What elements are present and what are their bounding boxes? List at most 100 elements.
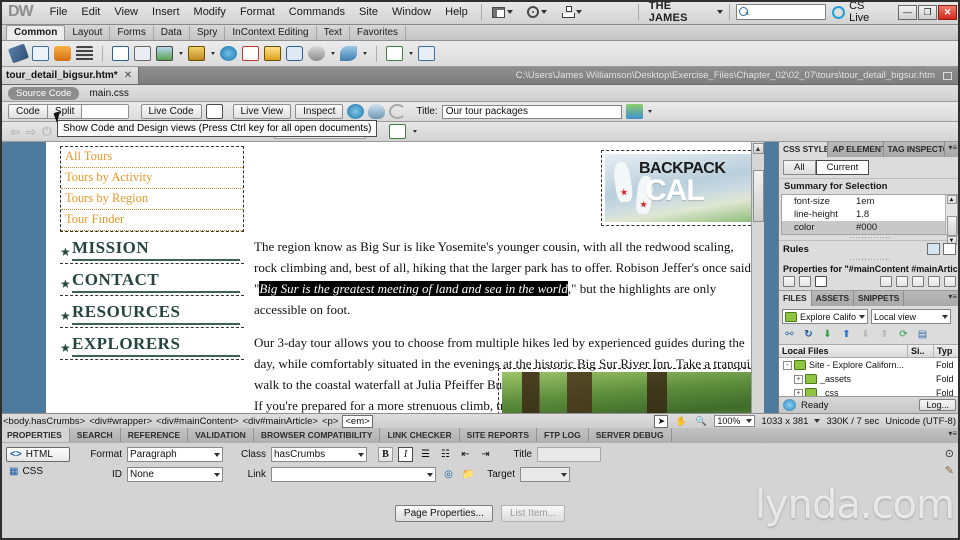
tag-maincontent[interactable]: <div#mainContent> — [156, 416, 238, 427]
tree-expander-icon[interactable]: + — [794, 388, 803, 396]
close-icon[interactable]: ✕ — [124, 70, 132, 81]
document-tab[interactable]: tour_detail_bigsur.htm* ✕ — [0, 67, 140, 84]
italic-button[interactable]: I — [398, 447, 413, 462]
outdent-icon[interactable]: ⇤ — [458, 447, 473, 462]
panel-menu-icon[interactable]: ▾≡ — [945, 142, 960, 157]
table-row[interactable]: font-size 1em — [782, 195, 957, 208]
extend-button[interactable] — [523, 4, 551, 20]
format-select[interactable]: Paragraph — [127, 447, 223, 462]
tab-link-checker[interactable]: LINK CHECKER — [380, 428, 460, 442]
browser-list-icon[interactable] — [388, 124, 406, 139]
insert-tab-text[interactable]: Text — [317, 26, 350, 40]
about-css-icon[interactable] — [927, 243, 940, 255]
nav-item-tours-by-activity[interactable]: Tours by Activity — [61, 168, 243, 189]
tab-reference[interactable]: REFERENCE — [121, 428, 189, 442]
close-button[interactable]: ✕ — [938, 4, 957, 20]
menu-file[interactable]: File — [43, 3, 75, 21]
column-local-files[interactable]: Local Files — [779, 345, 908, 357]
nav-link[interactable]: Tour Finder — [65, 212, 124, 226]
get-files-icon[interactable]: ⬇ — [820, 327, 835, 341]
tag-chooser-icon[interactable] — [418, 46, 435, 61]
browse-folder-icon[interactable]: 📁 — [461, 467, 476, 482]
tab-browser-compatibility[interactable]: BROWSER COMPATIBILITY — [254, 428, 381, 442]
horizontal-rule-icon[interactable] — [76, 46, 93, 61]
restore-icon[interactable] — [943, 71, 952, 80]
scrollbar-thumb[interactable] — [946, 216, 957, 236]
window-size-value[interactable]: 1033 x 381 — [761, 416, 808, 427]
show-set-properties-icon[interactable] — [815, 276, 827, 287]
chevron-down-icon[interactable] — [363, 52, 367, 55]
zoom-tool-icon[interactable]: 🔍 — [694, 415, 708, 428]
comment-icon[interactable] — [286, 46, 303, 61]
log-button[interactable]: Log... — [919, 399, 956, 411]
indent-icon[interactable]: ⇥ — [478, 447, 493, 462]
menu-window[interactable]: Window — [385, 3, 438, 21]
css-mode-all[interactable]: All — [783, 160, 816, 175]
table-row[interactable]: + _assets Fold — [779, 372, 960, 386]
section-resources[interactable]: ★ RESOURCES — [60, 296, 244, 328]
panel-menu-icon[interactable]: ▾≡ — [945, 291, 960, 306]
tab-search[interactable]: SEARCH — [70, 428, 121, 442]
minimize-button[interactable]: — — [898, 4, 917, 20]
css-mode-current[interactable]: Current — [815, 160, 870, 175]
point-to-file-icon[interactable]: ◎ — [441, 467, 456, 482]
nav-item-all-tours[interactable]: All Tours — [61, 147, 243, 168]
table-icon[interactable] — [112, 46, 129, 61]
article-paragraph-1[interactable]: The region know as Big Sur is like Yosem… — [254, 236, 756, 320]
server-side-include-icon[interactable] — [264, 46, 281, 61]
insert-tab-data[interactable]: Data — [154, 26, 190, 40]
expand-panel-icon[interactable]: ▤ — [915, 327, 930, 341]
put-files-icon[interactable]: ⬆ — [839, 327, 854, 341]
design-view-canvas[interactable]: All Tours Tours by Activity Tours by Reg… — [0, 142, 778, 413]
tab-server-debug[interactable]: SERVER DEBUG — [589, 428, 672, 442]
email-link-icon[interactable] — [32, 46, 49, 61]
tag-p[interactable]: <p> — [322, 416, 338, 427]
unordered-list-icon[interactable]: ☰ — [418, 447, 433, 462]
page-main-article[interactable]: ★ ★ BACKPACK CAL The region know as Big … — [244, 146, 764, 413]
chevron-down-icon[interactable] — [179, 52, 183, 55]
refresh-icon[interactable]: ↻ — [801, 327, 816, 341]
chevron-down-icon[interactable] — [331, 52, 335, 55]
menu-modify[interactable]: Modify — [187, 3, 233, 21]
disable-property-icon[interactable] — [928, 276, 940, 287]
site-button[interactable] — [557, 4, 586, 20]
file-tree[interactable]: - Site - Explore Californ... Fold + _assets F… — [779, 358, 960, 396]
insert-tab-incontext-editing[interactable]: InContext Editing — [225, 26, 317, 40]
visual-aids-icon[interactable] — [368, 104, 386, 119]
show-list-view-icon[interactable] — [799, 276, 811, 287]
stop-icon[interactable]: ⏻ — [42, 124, 52, 139]
panel-menu-icon[interactable]: ▾≡ — [945, 428, 960, 442]
nav-link[interactable]: Tours by Region — [65, 191, 148, 205]
layout-switcher-button[interactable] — [488, 5, 517, 20]
tag-body[interactable]: <body.hasCrumbs> — [3, 416, 85, 427]
tab-ap-elements[interactable]: AP ELEMENTS — [828, 142, 884, 157]
table-row[interactable]: - Site - Explore Californ... Fold — [779, 358, 960, 372]
nav-link[interactable]: Tours by Activity — [65, 170, 152, 184]
delete-property-icon[interactable] — [944, 276, 956, 287]
menu-commands[interactable]: Commands — [282, 3, 352, 21]
images-icon[interactable] — [156, 46, 173, 61]
tag-wrapper[interactable]: <div#wrapper> — [89, 416, 152, 427]
menu-format[interactable]: Format — [233, 3, 282, 21]
insert-tab-favorites[interactable]: Favorites — [350, 26, 407, 40]
column-size[interactable]: Si.. — [908, 345, 934, 357]
show-category-view-icon[interactable] — [783, 276, 795, 287]
section-mission[interactable]: ★ MISSION — [60, 232, 244, 264]
quick-tag-editor-icon[interactable]: ✎ — [945, 464, 954, 477]
web-page-preview[interactable]: All Tours Tours by Activity Tours by Reg… — [46, 142, 764, 413]
live-code-button[interactable]: Live Code — [140, 104, 202, 119]
zoom-level-selector[interactable]: 100% — [714, 415, 756, 427]
search-input[interactable] — [735, 4, 827, 20]
chevron-down-icon[interactable] — [412, 130, 417, 133]
id-select[interactable]: None — [127, 467, 223, 482]
chevron-down-icon[interactable] — [814, 419, 821, 423]
chevron-down-icon[interactable] — [409, 52, 413, 55]
title-input[interactable] — [537, 447, 601, 462]
photo-placeholder[interactable] — [498, 368, 756, 413]
named-anchor-icon[interactable] — [54, 46, 71, 61]
nav-item-tour-finder[interactable]: Tour Finder — [61, 210, 243, 231]
ordered-list-icon[interactable]: ☷ — [438, 447, 453, 462]
summary-scrollbar[interactable]: ▲ ▼ — [945, 195, 957, 245]
help-icon[interactable]: ⊙ — [945, 447, 954, 460]
insert-tab-spry[interactable]: Spry — [190, 26, 226, 40]
